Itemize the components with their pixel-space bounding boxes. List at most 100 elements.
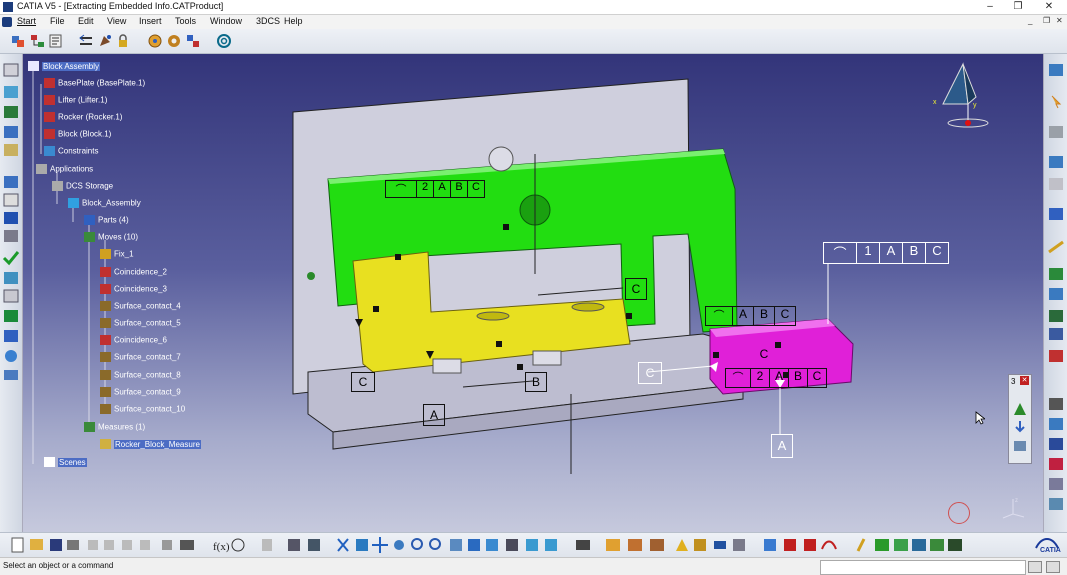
- compass-icon[interactable]: x y: [928, 59, 998, 139]
- menu-start[interactable]: Start: [17, 16, 36, 26]
- close-button[interactable]: ✕: [1035, 0, 1063, 14]
- menu-window[interactable]: Window: [210, 16, 242, 26]
- scene-icon[interactable]: [185, 33, 201, 49]
- datum-c: C: [759, 347, 769, 361]
- tree-node[interactable]: Rocker (Rocker.1): [44, 112, 122, 126]
- top-toolbar: [0, 29, 1067, 54]
- tree-node[interactable]: Surface_contact_8: [100, 370, 181, 384]
- tree-node-label: Surface_contact_10: [114, 404, 186, 414]
- tree-node[interactable]: Coincidence_6: [100, 335, 167, 349]
- tree-node-label: Surface_contact_7: [114, 352, 181, 362]
- tree-node[interactable]: Fix_1: [100, 249, 134, 263]
- menu-tools[interactable]: Tools: [175, 16, 196, 26]
- tree-node-label: Rocker (Rocker.1): [58, 112, 123, 122]
- tree-node[interactable]: Block_Assembly: [68, 198, 141, 212]
- tree-node-label: DCS Storage: [66, 181, 114, 191]
- floating-palette[interactable]: 3 ✕: [1008, 374, 1032, 464]
- profile-icon: ⌒: [824, 243, 857, 263]
- minimize-button[interactable]: –: [976, 0, 1004, 14]
- tree-node[interactable]: Lifter (Lifter.1): [44, 95, 107, 109]
- tree-node[interactable]: Coincidence_2: [100, 267, 167, 281]
- doc-restore-button[interactable]: ❐: [1043, 16, 1050, 25]
- tree-node[interactable]: Parts (4): [84, 215, 129, 229]
- left-tool-icons[interactable]: [0, 54, 22, 384]
- doc-minimize-button[interactable]: _: [1028, 16, 1032, 25]
- tree-node[interactable]: Moves (10): [84, 232, 138, 246]
- tree-node[interactable]: Measures (1): [84, 422, 145, 436]
- catia-brand: CATIA: [1040, 547, 1061, 554]
- menu-insert[interactable]: Insert: [139, 16, 162, 26]
- command-cancel-icon[interactable]: [1046, 561, 1060, 573]
- tree-node-label: Surface_contact_9: [114, 387, 181, 397]
- status-prompt: Select an object or a command: [3, 561, 114, 570]
- doc-close-button[interactable]: ✕: [1056, 16, 1063, 25]
- start-icon[interactable]: [2, 17, 12, 27]
- snap-icon[interactable]: [97, 33, 113, 49]
- 3d-viewport[interactable]: ⌒ 2 A B C ⌒ 1 A B C ⌒ A B C ⌒ 2 A B C A …: [23, 54, 1043, 532]
- gear-icon[interactable]: [166, 33, 182, 49]
- menu-view[interactable]: View: [107, 16, 126, 26]
- tree-node[interactable]: Surface_contact_7: [100, 352, 181, 366]
- restore-button[interactable]: ❐: [1004, 0, 1032, 14]
- fcf-right: ⌒ 1 A B C: [823, 242, 949, 264]
- menu-file[interactable]: File: [50, 16, 65, 26]
- swirl-icon[interactable]: [216, 33, 232, 49]
- menu-bar: Start File Edit View Insert Tools Window…: [0, 15, 1067, 29]
- tree-node-label: Block (Block.1): [58, 129, 112, 139]
- tree-node-icon: [44, 78, 55, 88]
- datum-c: C: [638, 362, 662, 384]
- right-toolbar: [1043, 54, 1067, 532]
- tree-node[interactable]: Applications: [36, 164, 93, 178]
- catia-app-icon: [3, 2, 13, 12]
- datum-c: C: [351, 372, 375, 392]
- axis-triad-icon: z: [1002, 498, 1025, 519]
- menu-3dcs[interactable]: 3DCS: [256, 16, 280, 26]
- tree-node-icon: [84, 232, 95, 242]
- menu-edit[interactable]: Edit: [78, 16, 94, 26]
- tree-node-icon: [68, 198, 79, 208]
- tree-node[interactable]: Surface_contact_4: [100, 301, 181, 315]
- tree-node-label: Constraints: [58, 146, 99, 156]
- tree-node-icon: [100, 352, 111, 362]
- tree-node-icon: [44, 129, 55, 139]
- tree-node[interactable]: Block (Block.1): [44, 129, 111, 143]
- command-input[interactable]: [820, 560, 1026, 575]
- right-tool-icons[interactable]: [1044, 54, 1067, 514]
- lock-icon[interactable]: [115, 33, 131, 49]
- tree-node-icon: [52, 181, 63, 191]
- catalog-icon[interactable]: [48, 33, 64, 49]
- tree-node[interactable]: Rocker_Block_Measure: [100, 439, 201, 453]
- assembly-icon[interactable]: [10, 33, 26, 49]
- tree-node-icon: [100, 249, 111, 259]
- tree-node-icon: [84, 215, 95, 225]
- product-tree-icon[interactable]: [30, 33, 46, 49]
- left-toolbar: [0, 54, 23, 532]
- tree-node-label: Coincidence_3: [114, 284, 167, 294]
- svg-text:y: y: [973, 102, 977, 109]
- tree-node-icon: [100, 335, 111, 345]
- tree-node[interactable]: Block Assembly: [28, 61, 101, 75]
- tree-node-icon: [44, 457, 55, 467]
- tree-node[interactable]: Coincidence_3: [100, 284, 167, 298]
- move-icon[interactable]: [78, 33, 94, 49]
- tree-node[interactable]: Surface_contact_10: [100, 404, 185, 418]
- tree-node-label: BasePlate (BasePlate.1): [58, 78, 146, 88]
- command-ok-icon[interactable]: [1028, 561, 1042, 573]
- tree-node-icon: [44, 112, 55, 122]
- tree-node[interactable]: Surface_contact_9: [100, 387, 181, 401]
- close-icon[interactable]: ✕: [1020, 376, 1029, 385]
- tree-node[interactable]: Scenes: [44, 457, 87, 471]
- tree-node[interactable]: Surface_contact_5: [100, 318, 181, 332]
- tree-node-label: Moves (10): [98, 232, 139, 242]
- tree-node[interactable]: BasePlate (BasePlate.1): [44, 78, 145, 92]
- menu-help[interactable]: Help: [284, 16, 303, 26]
- window-title: CATIA V5 - [Extracting Embedded Info.CAT…: [17, 1, 224, 11]
- tree-node-icon: [100, 387, 111, 397]
- bottom-tool-icons[interactable]: f(x): [0, 533, 1000, 557]
- cursor-icon: [975, 411, 985, 425]
- tree-node[interactable]: Constraints: [44, 146, 98, 160]
- tree-node-icon: [100, 404, 111, 414]
- tree-node[interactable]: DCS Storage: [52, 181, 113, 195]
- multi-part-icon[interactable]: [147, 33, 163, 49]
- tree-node-label: Applications: [50, 164, 94, 174]
